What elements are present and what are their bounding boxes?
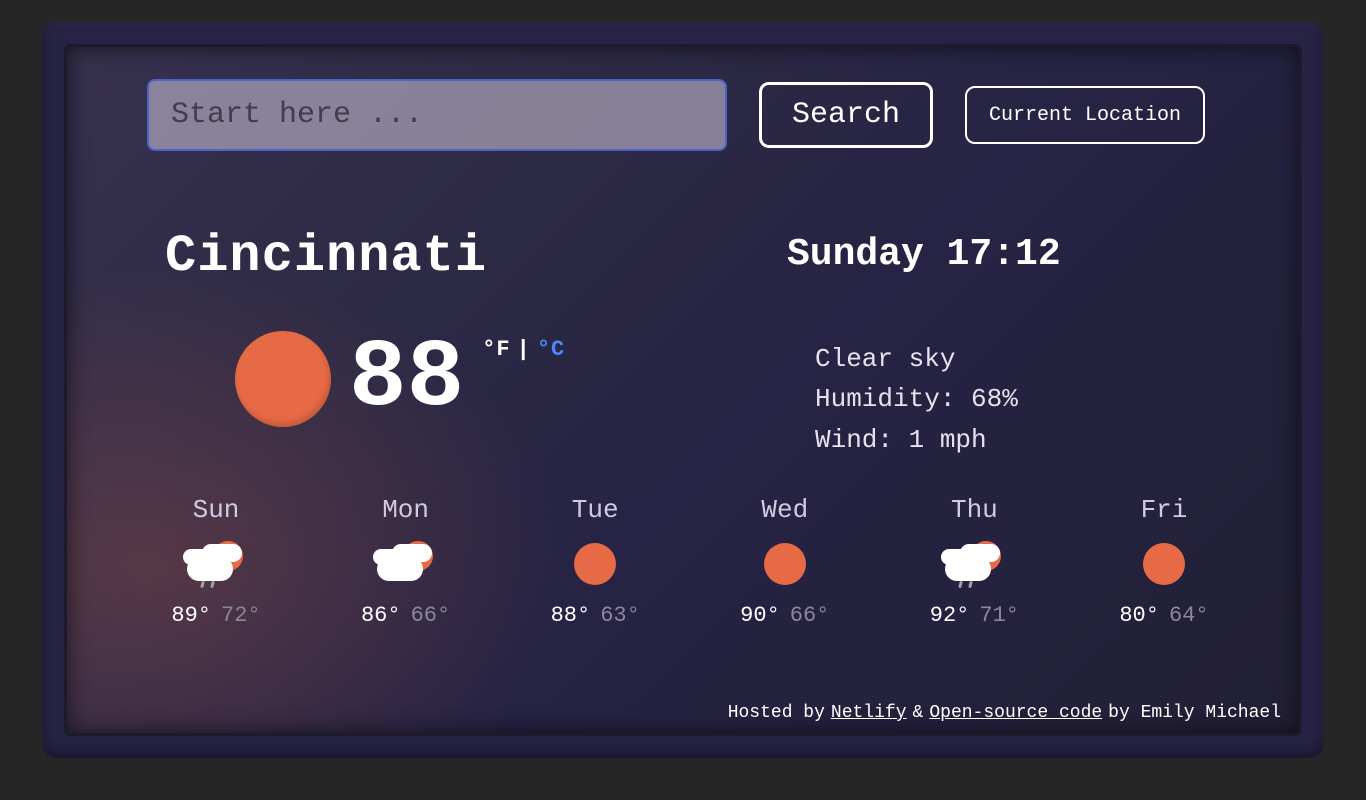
current-temperature: 88 [349, 336, 464, 422]
cloud-sun-rain-icon [187, 541, 245, 587]
current-details: Clear sky Humidity: 68% Wind: 1 mph [815, 339, 1018, 460]
forecast-lo: 63° [600, 603, 640, 628]
wind-text: Wind: 1 mph [815, 420, 1018, 460]
forecast-lo: 64° [1169, 603, 1209, 628]
condition-text: Clear sky [815, 339, 1018, 379]
forecast-hi: 86° [361, 603, 401, 628]
unit-celsius[interactable]: °C [537, 337, 565, 362]
forecast-day-label: Fri [1141, 495, 1188, 525]
current-location-button[interactable]: Current Location [965, 86, 1205, 144]
forecast-icon-slot [574, 539, 616, 589]
unit-separator: | [517, 337, 531, 362]
sun-icon [574, 543, 616, 585]
forecast-hi: 90° [740, 603, 780, 628]
search-bar: Search Current Location [147, 79, 1205, 151]
forecast-icon-slot [377, 539, 435, 589]
forecast-temps: 80° 64° [1119, 603, 1208, 628]
footer-author: by Emily Michael [1108, 703, 1281, 723]
humidity-text: Humidity: 68% [815, 379, 1018, 419]
search-button[interactable]: Search [759, 82, 933, 148]
day-time: Sunday 17:12 [787, 233, 1061, 276]
forecast-day-label: Sun [193, 495, 240, 525]
forecast-hi: 92° [930, 603, 970, 628]
forecast-temps: 89° 72° [171, 603, 260, 628]
forecast-icon-slot [945, 539, 1003, 589]
forecast-temps: 90° 66° [740, 603, 829, 628]
footer-credits: Hosted by Netlify & Open-source code by … [728, 703, 1281, 723]
forecast-day-label: Mon [382, 495, 429, 525]
cloud-sun-rain-icon [945, 541, 1003, 587]
forecast-lo: 72° [221, 603, 261, 628]
source-code-link[interactable]: Open-source code [929, 703, 1102, 723]
sun-icon [764, 543, 806, 585]
forecast-lo: 71° [979, 603, 1019, 628]
forecast-day: Sun 89° 72° [131, 495, 301, 628]
footer-prefix: Hosted by [728, 703, 825, 723]
current-conditions: 88 °F | °C [235, 331, 565, 427]
sun-icon [1143, 543, 1185, 585]
forecast-day: Tue 88° 63° [510, 495, 680, 628]
forecast-day: Thu 92° 71° [889, 495, 1059, 628]
forecast-day: Mon 86° 66° [321, 495, 491, 628]
forecast-icon-slot [764, 539, 806, 589]
forecast-day: Fri 80° 64° [1079, 495, 1249, 628]
forecast-icon-slot [187, 539, 245, 589]
forecast-day: Wed 90° 66° [700, 495, 870, 628]
forecast-temps: 86° 66° [361, 603, 450, 628]
forecast-temps: 92° 71° [930, 603, 1019, 628]
forecast-hi: 88° [551, 603, 591, 628]
forecast-temps: 88° 63° [551, 603, 640, 628]
unit-toggle: °F | °C [482, 337, 565, 362]
forecast-row: Sun 89° 72° Mon 86° 66° [131, 495, 1249, 628]
cloud-sun-icon [377, 541, 435, 587]
forecast-lo: 66° [411, 603, 451, 628]
forecast-hi: 89° [171, 603, 211, 628]
forecast-lo: 66° [790, 603, 830, 628]
netlify-link[interactable]: Netlify [831, 703, 907, 723]
forecast-hi: 80° [1119, 603, 1159, 628]
weather-panel: Search Current Location Cincinnati Sunda… [64, 44, 1302, 736]
forecast-day-label: Tue [572, 495, 619, 525]
sun-icon [235, 331, 331, 427]
forecast-icon-slot [1143, 539, 1185, 589]
location-search-input[interactable] [147, 79, 727, 151]
city-name: Cincinnati [165, 227, 487, 286]
forecast-day-label: Thu [951, 495, 998, 525]
footer-amp: & [913, 703, 924, 723]
app-frame: Search Current Location Cincinnati Sunda… [42, 22, 1324, 758]
unit-fahrenheit[interactable]: °F [482, 337, 510, 362]
forecast-day-label: Wed [761, 495, 808, 525]
